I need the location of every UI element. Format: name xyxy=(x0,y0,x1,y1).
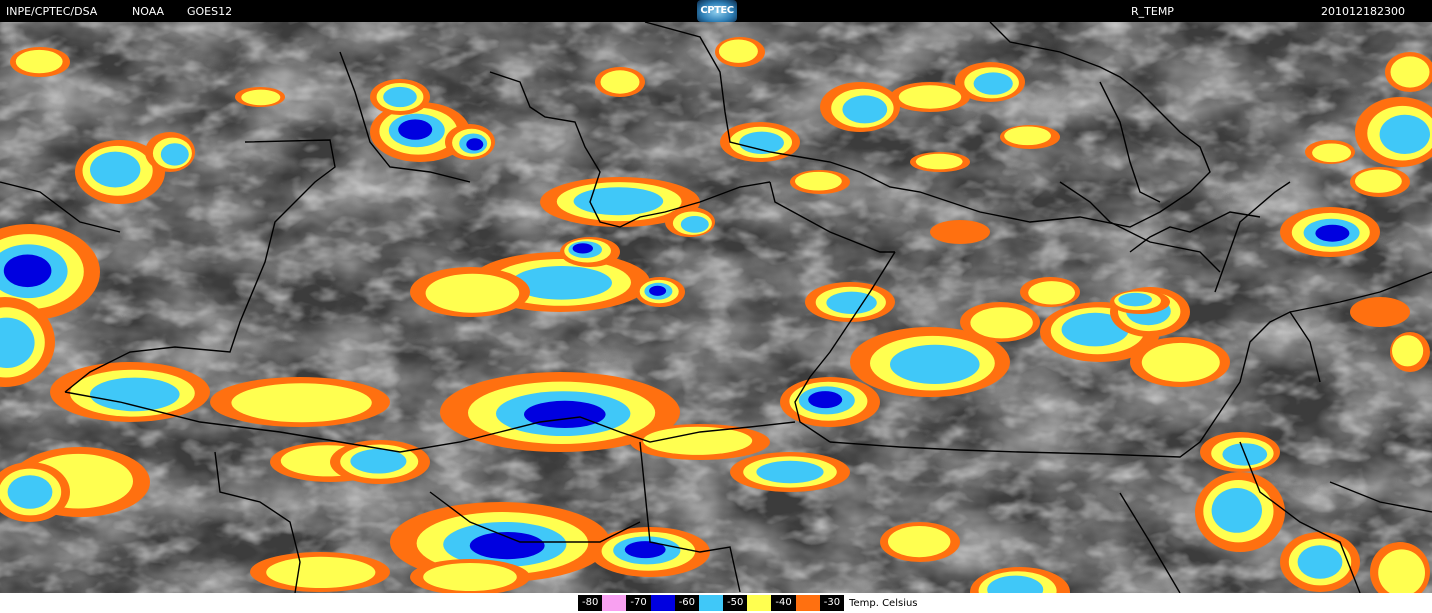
legend-label: -30 xyxy=(819,595,845,611)
legend-item-3: -50 xyxy=(723,595,772,611)
org-label: INPE/CPTEC/DSA xyxy=(6,5,98,18)
cloud-cluster xyxy=(680,216,709,233)
cloud-cluster xyxy=(888,526,951,558)
legend-item-2: -60 xyxy=(674,595,724,611)
cloud-cluster xyxy=(756,460,824,484)
cloud-cluster xyxy=(1392,335,1424,367)
cloud-cluster xyxy=(649,285,667,296)
legend-swatch xyxy=(795,595,820,611)
legend-label: -70 xyxy=(626,595,651,611)
cloud-cluster xyxy=(160,143,189,166)
cloud-cluster xyxy=(898,85,962,109)
satellite-canvas xyxy=(0,22,1432,593)
legend-label: -80 xyxy=(578,595,603,611)
datetime-label: 201012182300 xyxy=(1321,5,1405,18)
agency-label: NOAA xyxy=(132,5,165,18)
legend-label: -50 xyxy=(723,595,748,611)
cloud-cluster xyxy=(350,448,407,474)
cloud-cluster xyxy=(739,131,784,154)
cloud-cluster xyxy=(572,243,593,254)
cloud-cluster xyxy=(915,153,963,170)
cloud-cluster xyxy=(973,72,1013,95)
legend-swatch xyxy=(602,595,627,611)
cloud-cluster xyxy=(524,400,606,428)
cloud-cluster xyxy=(890,344,980,384)
cloud-cluster xyxy=(1118,292,1152,307)
cptec-logo: CPTEC xyxy=(697,0,737,22)
temperature-legend: -80 -70 -60 -50 -40 -30 Temp. Celsius xyxy=(578,595,918,611)
satellite-image xyxy=(0,22,1432,593)
cloud-cluster xyxy=(826,291,877,314)
legend-swatch xyxy=(747,595,772,611)
cloud-cluster xyxy=(808,391,843,409)
legend-label: -60 xyxy=(674,595,700,611)
product-label: R_TEMP xyxy=(1131,5,1174,18)
legend-item-5: -30 xyxy=(819,595,845,611)
cloud-cluster xyxy=(7,475,53,509)
cloud-cluster xyxy=(1390,56,1430,88)
cloud-cluster xyxy=(1297,545,1343,579)
cloud-cluster xyxy=(1312,143,1352,163)
cloud-cluster xyxy=(15,49,63,74)
cloud-cluster xyxy=(398,119,433,140)
cloud-cluster xyxy=(1355,169,1402,193)
cloud-cluster xyxy=(573,187,664,216)
cloud-cluster xyxy=(1028,281,1075,305)
cloud-cluster xyxy=(90,151,141,188)
cloud-cluster xyxy=(718,39,758,63)
cloud-cluster xyxy=(241,89,281,106)
cloud-cluster xyxy=(1004,126,1051,146)
cloud-cluster xyxy=(231,383,372,423)
cloud-cluster xyxy=(266,556,376,589)
header-bar: INPE/CPTEC/DSA NOAA GOES12 CPTEC R_TEMP … xyxy=(0,0,1432,22)
cloud-cluster xyxy=(1141,342,1220,382)
legend-label: -40 xyxy=(771,595,796,611)
cloud-cluster xyxy=(423,562,517,592)
cloud-cluster xyxy=(930,220,990,244)
legend-unit: Temp. Celsius xyxy=(849,597,918,609)
legend-item-1: -70 xyxy=(626,595,675,611)
legend-item-0: -80 xyxy=(578,595,627,611)
cloud-cluster xyxy=(425,273,520,313)
legend-item-4: -40 xyxy=(771,595,820,611)
cloud-cluster xyxy=(1315,224,1350,242)
cloud-cluster xyxy=(466,138,484,151)
cloud-cluster xyxy=(970,307,1033,339)
cloud-cluster xyxy=(1379,114,1431,154)
cloud-cluster xyxy=(842,95,888,124)
cloud-cluster xyxy=(795,171,842,191)
cloud-cluster xyxy=(383,86,417,108)
legend-swatch xyxy=(650,595,675,611)
cloud-cluster xyxy=(3,254,52,288)
cloud-cluster xyxy=(469,532,545,560)
legend-swatch xyxy=(699,595,724,611)
legend-bar: -80 -70 -60 -50 -40 -30 Temp. Celsius xyxy=(0,593,1432,613)
satellite-label: GOES12 xyxy=(187,5,233,18)
cloud-cluster xyxy=(1211,488,1263,533)
cloud-cluster xyxy=(1350,297,1410,327)
cloud-cluster xyxy=(600,70,640,94)
